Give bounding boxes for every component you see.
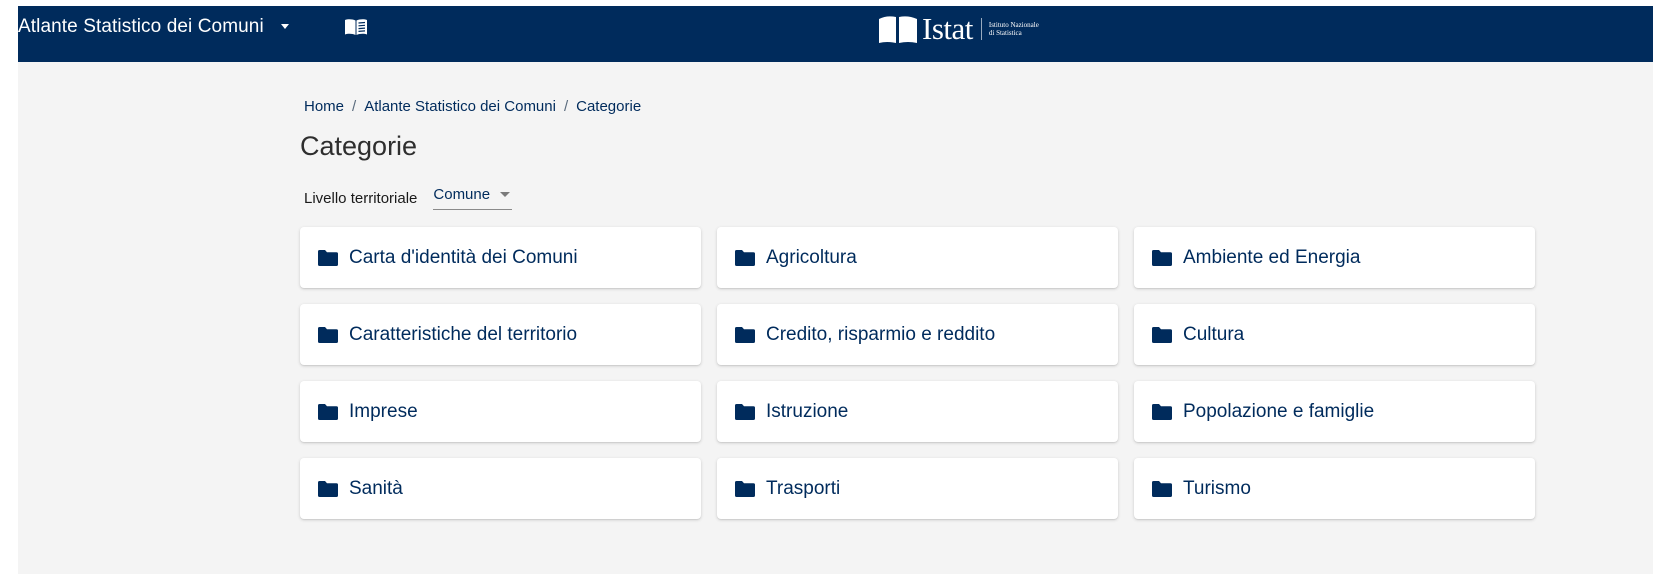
category-label: Popolazione e famiglie [1183, 400, 1375, 422]
caret-down-icon [280, 24, 289, 29]
folder-icon [1152, 480, 1172, 497]
folder-icon [318, 480, 338, 497]
folder-icon [735, 403, 755, 420]
folder-icon [735, 249, 755, 266]
category-label: Turismo [1183, 477, 1251, 499]
istat-logo[interactable]: Istat Istituto Nazionale di Statistica [878, 11, 1039, 46]
category-card[interactable]: Ambiente ed Energia [1134, 227, 1535, 288]
app-title: Atlante Statistico dei Comuni [18, 15, 264, 37]
category-label: Imprese [349, 400, 418, 422]
category-label: Ambiente ed Energia [1183, 246, 1361, 268]
folder-icon [735, 326, 755, 343]
book-icon[interactable] [344, 18, 368, 36]
category-card[interactable]: Turismo [1134, 458, 1535, 519]
breadcrumb: Home / Atlante Statistico dei Comuni / C… [304, 98, 641, 115]
territorial-level-select[interactable]: Comune [433, 186, 513, 210]
folder-icon [1152, 403, 1172, 420]
category-grid: Carta d'identità dei Comuni Agricoltura … [300, 227, 1535, 519]
logo-wordmark: Istat [922, 11, 973, 46]
category-card[interactable]: Istruzione [717, 381, 1118, 442]
page: Atlante Statistico dei Comuni Istat Isti… [18, 6, 1653, 574]
breadcrumb-atlante[interactable]: Atlante Statistico dei Comuni [364, 98, 556, 115]
category-card[interactable]: Trasporti [717, 458, 1118, 519]
logo-divider [980, 18, 982, 40]
category-card[interactable]: Sanità [300, 458, 701, 519]
category-label: Sanità [349, 477, 403, 499]
category-label: Credito, risparmio e reddito [766, 323, 996, 345]
chevron-down-icon [500, 192, 511, 197]
category-card[interactable]: Imprese [300, 381, 701, 442]
category-card[interactable]: Agricoltura [717, 227, 1118, 288]
category-card[interactable]: Carta d'identità dei Comuni [300, 227, 701, 288]
folder-icon [318, 326, 338, 343]
top-app-bar: Atlante Statistico dei Comuni Istat Isti… [18, 6, 1653, 62]
territorial-level-label: Livello territoriale [304, 189, 418, 207]
category-card[interactable]: Caratteristiche del territorio [300, 304, 701, 365]
territorial-level-value: Comune [433, 186, 491, 203]
breadcrumb-current: Categorie [576, 98, 642, 115]
category-label: Cultura [1183, 323, 1245, 345]
page-title: Categorie [300, 131, 418, 161]
category-label: Caratteristiche del territorio [349, 323, 578, 345]
category-label: Trasporti [766, 477, 841, 499]
app-menu-button[interactable]: Atlante Statistico dei Comuni [18, 6, 289, 47]
breadcrumb-separator: / [352, 98, 357, 115]
territorial-level-filter: Livello territoriale Comune [304, 186, 513, 210]
category-label: Carta d'identità dei Comuni [349, 246, 578, 268]
folder-icon [318, 249, 338, 266]
folder-icon [735, 480, 755, 497]
category-label: Istruzione [766, 400, 849, 422]
category-card[interactable]: Cultura [1134, 304, 1535, 365]
folder-icon [318, 403, 338, 420]
category-card[interactable]: Credito, risparmio e reddito [717, 304, 1118, 365]
folder-icon [1152, 249, 1172, 266]
category-card[interactable]: Popolazione e famiglie [1134, 381, 1535, 442]
istat-logo-mark [879, 16, 917, 43]
breadcrumb-separator: / [563, 98, 569, 115]
logo-subtitle: Istituto Nazionale di Statistica [988, 21, 1039, 37]
breadcrumb-home[interactable]: Home [304, 98, 344, 115]
category-label: Agricoltura [766, 246, 857, 268]
folder-icon [1152, 326, 1172, 343]
